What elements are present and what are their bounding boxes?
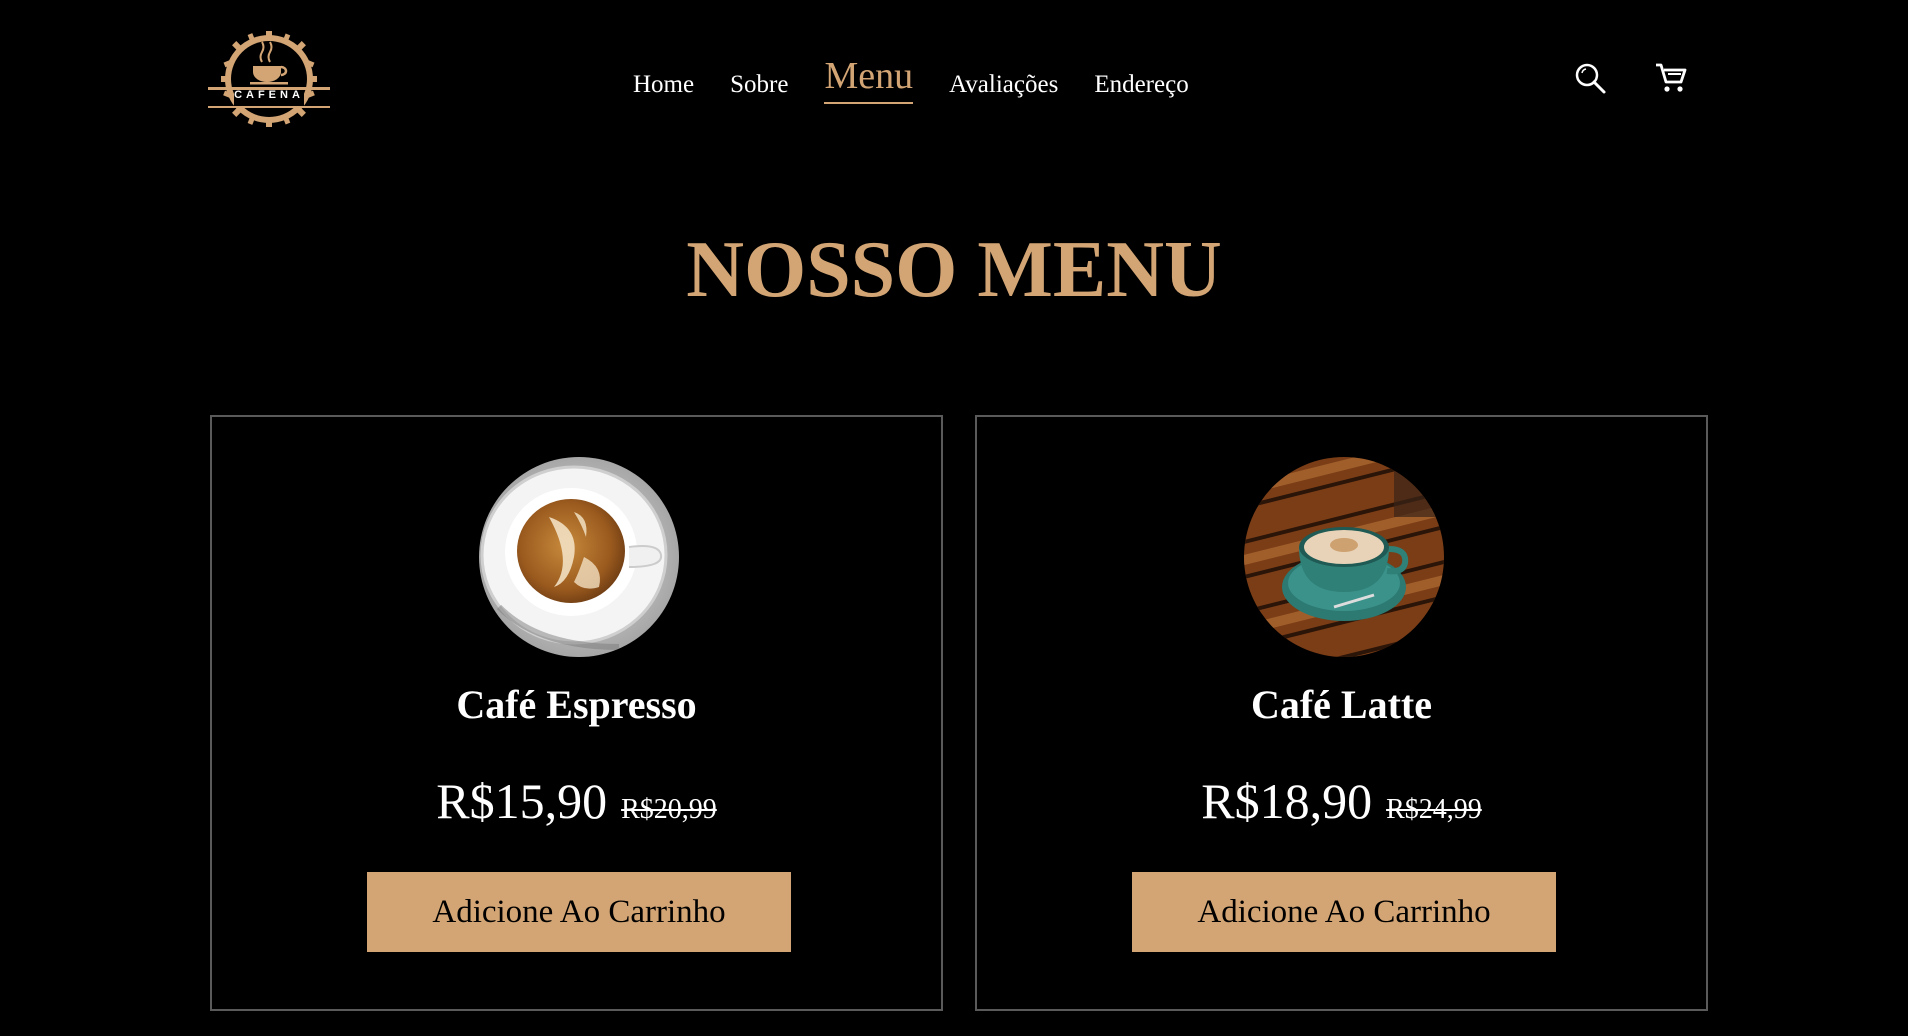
menu-card: Café Latte R$18,90 R$24,99 Adicione Ao C… [975,415,1708,1011]
nav-endereco[interactable]: Endereço [1094,70,1188,104]
search-button[interactable] [1570,58,1610,98]
logo-text: CAFENA [234,89,304,101]
price-row: R$18,90 R$24,99 [977,771,1706,844]
product-image-latte [1244,457,1444,657]
cafena-logo[interactable]: CAFENA [208,28,330,130]
price-row: R$15,90 R$20,99 [212,771,941,844]
product-name: Café Latte [1250,682,1433,727]
site-header: CAFENA Home Sobre Menu Avaliações Endere… [0,0,1908,160]
product-old-price: R$24,99 [1386,794,1482,825]
product-price: R$18,90 [1201,773,1373,829]
nav-sobre[interactable]: Sobre [730,70,788,104]
cart-button[interactable] [1651,58,1691,98]
menu-card: Café Espresso R$15,90 R$20,99 Adicione A… [210,415,943,1011]
product-name: Café Espresso [456,682,697,727]
cart-icon [1656,63,1687,92]
main-nav: Home Sobre Menu Avaliações Endereço [633,56,1189,104]
nav-home[interactable]: Home [633,70,694,104]
menu-title: NOSSO MENU [686,226,1222,314]
add-to-cart-button[interactable]: Adicione Ao Carrinho [1132,872,1556,952]
add-to-cart-button[interactable]: Adicione Ao Carrinho [367,872,791,952]
page: CAFENA Home Sobre Menu Avaliações Endere… [0,0,1908,1036]
product-price: R$15,90 [436,773,608,829]
search-icon [1575,63,1606,94]
product-image-espresso [479,457,679,657]
product-old-price: R$20,99 [621,794,717,825]
nav-menu[interactable]: Menu [824,56,914,104]
nav-avaliacoes[interactable]: Avaliações [949,70,1058,104]
